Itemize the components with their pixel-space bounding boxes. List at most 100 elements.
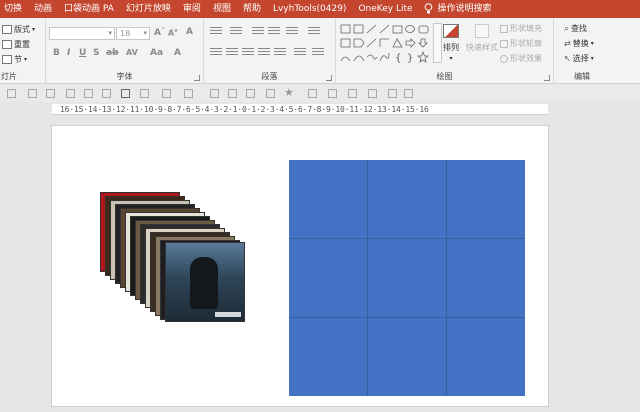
char-spacing-icon[interactable]: AV <box>126 48 138 57</box>
horizontal-ruler[interactable]: 16·15·14·13·12·11·10·9·8·7·6·5·4·3·2·1·0… <box>52 104 548 115</box>
tab-help[interactable]: 帮助 <box>237 0 267 18</box>
toolbar-tool-icon[interactable] <box>102 89 111 98</box>
grow-font-icon[interactable]: A^ <box>154 27 165 38</box>
arc-shape-icon[interactable] <box>353 55 365 62</box>
clear-format-icon[interactable]: A <box>186 27 193 37</box>
italic-icon[interactable]: I <box>67 48 70 58</box>
align-text-icon[interactable] <box>312 48 324 57</box>
toolbar-tool-icon[interactable] <box>7 89 16 98</box>
rect-shape-icon[interactable] <box>340 38 351 48</box>
bullets-icon[interactable] <box>210 27 222 36</box>
toolbar-tool-icon[interactable] <box>28 89 37 98</box>
tell-me-search[interactable]: 操作说明搜索 <box>435 0 498 18</box>
align-left-icon[interactable] <box>210 48 222 57</box>
s-curve-shape-icon[interactable] <box>379 52 390 62</box>
select-button[interactable]: ↖ 选择 ▾ <box>564 53 594 64</box>
layout-button[interactable]: 版式 ▾ <box>2 24 35 35</box>
shape-effects-button[interactable]: 形状效果 <box>500 53 542 64</box>
pentagon-shape-icon[interactable] <box>353 38 365 48</box>
elbow-connector-icon[interactable] <box>379 38 389 47</box>
paragraph-dialog-launcher-icon[interactable] <box>326 75 332 81</box>
brace-left-icon[interactable]: { <box>395 53 401 64</box>
blue-grid-shape[interactable] <box>289 160 525 396</box>
tab-pocket-animation[interactable]: 口袋动画 PA <box>58 0 120 18</box>
text-direction-icon[interactable] <box>308 27 320 36</box>
star-shape-icon[interactable] <box>416 50 430 63</box>
wave-shape-icon[interactable] <box>366 54 378 60</box>
toolbar-tool-icon[interactable] <box>228 89 237 98</box>
shape-outline-button[interactable]: 形状轮廓 <box>500 38 542 49</box>
shrink-font-icon[interactable]: Av <box>168 28 177 38</box>
top-photo[interactable] <box>165 242 245 322</box>
down-arrow-shape-icon[interactable] <box>418 38 428 48</box>
tab-view[interactable]: 视图 <box>207 0 237 18</box>
star-icon[interactable]: ★ <box>284 86 294 99</box>
tab-animations[interactable]: 动画 <box>28 0 58 18</box>
line-shape-icon[interactable] <box>366 24 377 34</box>
brace-right-icon[interactable]: } <box>407 53 413 64</box>
diagonal-line-icon[interactable] <box>366 38 377 48</box>
font-dialog-launcher-icon[interactable] <box>194 75 200 81</box>
toolbar-tool-icon[interactable] <box>246 89 255 98</box>
strikethrough-icon[interactable]: ab <box>106 48 119 58</box>
shape-fill-button[interactable]: 形状填充 <box>500 23 542 34</box>
slide-canvas[interactable] <box>51 125 549 407</box>
triangle-shape-icon[interactable] <box>392 38 403 48</box>
textbox-shape-icon[interactable] <box>340 24 351 34</box>
rounded-rect-shape-icon[interactable] <box>418 25 429 34</box>
toolbar-tool-icon[interactable] <box>404 89 413 98</box>
toolbar-tool-icon[interactable] <box>388 89 397 98</box>
format-painter-icon[interactable] <box>121 89 130 98</box>
section-button[interactable]: 节 ▾ <box>2 54 27 65</box>
font-name-select[interactable]: ▾ <box>49 27 115 40</box>
tab-lvyhtools[interactable]: LvyhTools(0429) <box>267 0 352 18</box>
toolbar-tool-icon[interactable] <box>162 89 171 98</box>
curve-shape-icon[interactable] <box>340 56 351 62</box>
toolbar-tool-icon[interactable] <box>46 89 55 98</box>
line-spacing-icon[interactable] <box>286 27 298 36</box>
vertical-textbox-shape-icon[interactable] <box>353 24 364 34</box>
quick-styles-button[interactable]: 快速样式 <box>464 24 500 53</box>
font-color-icon[interactable]: A <box>174 48 181 58</box>
chevron-down-icon: ▾ <box>590 55 594 62</box>
tab-transitions[interactable]: 切换 <box>0 0 28 18</box>
tab-onekey-lite[interactable]: OneKey Lite <box>352 0 418 18</box>
toolbar-tool-icon[interactable] <box>266 89 275 98</box>
underline-icon[interactable]: U <box>79 48 86 58</box>
toolbar-tool-icon[interactable] <box>328 89 337 98</box>
numbering-icon[interactable] <box>230 27 242 36</box>
toolbar-tool-icon[interactable] <box>210 89 219 98</box>
tab-slideshow[interactable]: 幻灯片放映 <box>120 0 177 18</box>
toolbar-tool-icon[interactable] <box>184 89 193 98</box>
increase-indent-icon[interactable] <box>268 27 280 36</box>
tab-review[interactable]: 审阅 <box>177 0 207 18</box>
arrange-button[interactable]: 排列 ▾ <box>436 24 466 62</box>
toolbar-tool-icon[interactable] <box>368 89 377 98</box>
toolbar-tool-icon[interactable] <box>348 89 357 98</box>
reset-button[interactable]: 重置 <box>2 39 30 50</box>
font-group: ▾ 18 ▾ A^ Av A B I U S ab AV Aa A 字体 <box>46 18 204 84</box>
change-case-icon[interactable]: Aa <box>150 48 163 58</box>
toolbar-tool-icon[interactable] <box>66 89 75 98</box>
bold-icon[interactable]: B <box>53 48 60 58</box>
font-size-select[interactable]: 18 ▾ <box>116 27 150 40</box>
toolbar-tool-icon[interactable] <box>308 89 317 98</box>
justify-icon[interactable] <box>258 48 270 57</box>
shapes-gallery[interactable]: { } <box>339 23 431 65</box>
distributed-icon[interactable] <box>274 48 286 57</box>
find-button[interactable]: ⌕ 查找 <box>564 23 587 34</box>
decrease-indent-icon[interactable] <box>252 27 264 36</box>
drawing-dialog-launcher-icon[interactable] <box>544 75 550 81</box>
rectangle-shape-icon[interactable] <box>392 25 403 34</box>
toolbar-tool-icon[interactable] <box>140 89 149 98</box>
stacked-photos[interactable] <box>92 192 252 332</box>
arrow-line-shape-icon[interactable] <box>379 24 390 34</box>
align-center-icon[interactable] <box>226 48 238 57</box>
align-right-icon[interactable] <box>242 48 254 57</box>
right-arrow-shape-icon[interactable] <box>405 38 416 48</box>
toolbar-tool-icon[interactable] <box>84 89 93 98</box>
columns-icon[interactable] <box>294 48 306 57</box>
replace-button[interactable]: ⇄ 替换 ▾ <box>564 38 594 49</box>
shadow-icon[interactable]: S <box>93 48 99 58</box>
oval-shape-icon[interactable] <box>405 25 415 33</box>
